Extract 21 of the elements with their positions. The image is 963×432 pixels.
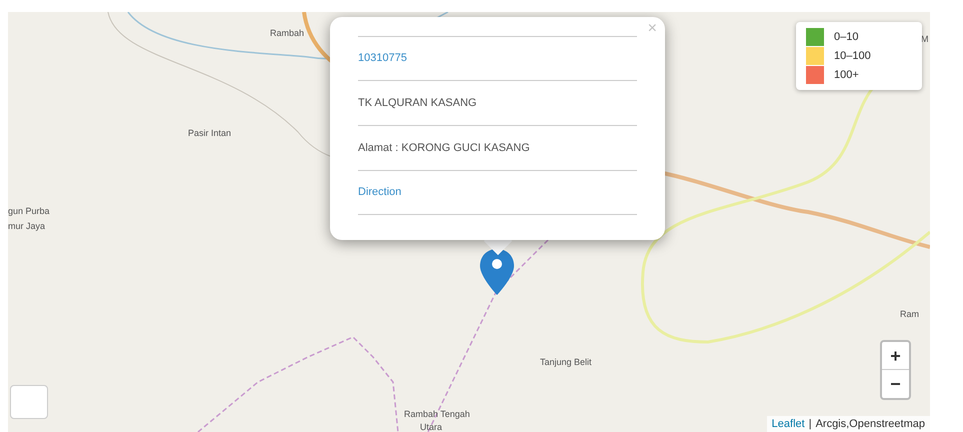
map-pin-icon[interactable] bbox=[478, 247, 516, 297]
place-label: mur Jaya bbox=[8, 221, 46, 232]
school-name: TK ALQURAN KASANG bbox=[358, 96, 477, 111]
legend-label: 0–10 bbox=[834, 30, 858, 45]
record-id-link[interactable]: 10310775 bbox=[358, 50, 407, 67]
zoom-out-button[interactable]: − bbox=[882, 370, 909, 398]
leaflet-link[interactable]: Leaflet bbox=[772, 416, 805, 432]
place-label: Rambah Tengah bbox=[404, 409, 470, 420]
address-text: Alamat : KORONG GUCI KASANG bbox=[358, 140, 530, 156]
place-label: gun Purba bbox=[8, 206, 50, 217]
legend-label: 10–100 bbox=[834, 48, 871, 64]
place-label: Rambah bbox=[270, 28, 304, 39]
place-label: Utara bbox=[420, 422, 442, 432]
legend-label: 100+ bbox=[834, 68, 859, 83]
attribution-text: Arcgis,Openstreetmap bbox=[816, 416, 925, 432]
place-label: Ram bbox=[900, 309, 920, 320]
zoom-in-button[interactable]: + bbox=[882, 342, 909, 370]
separator-text: | bbox=[808, 416, 812, 432]
direction-link[interactable]: Direction bbox=[358, 184, 402, 201]
place-label: Pasir Intan bbox=[188, 128, 232, 139]
place-label: Tanjung Belit bbox=[540, 357, 592, 368]
